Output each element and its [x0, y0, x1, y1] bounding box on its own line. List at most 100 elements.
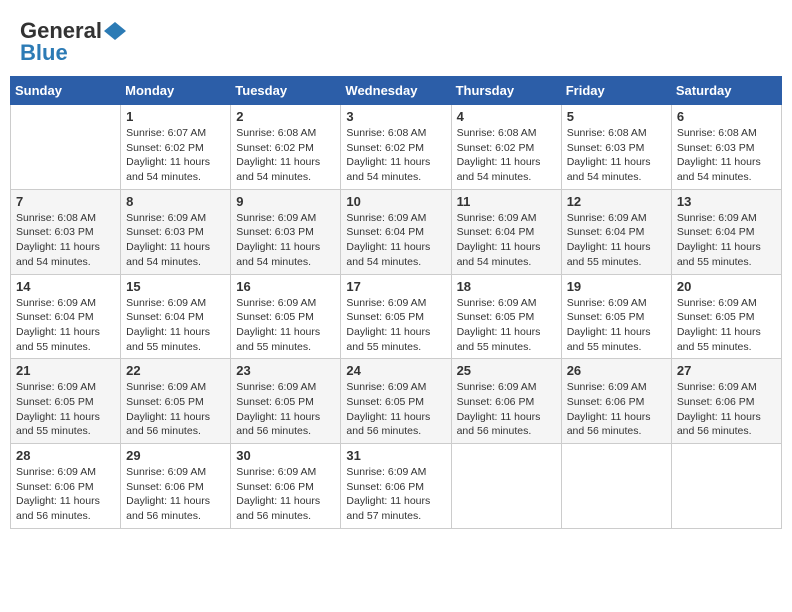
- logo-icon: [104, 22, 126, 40]
- weekday-header: Sunday: [11, 77, 121, 105]
- day-info: Sunrise: 6:09 AMSunset: 6:04 PMDaylight:…: [457, 211, 556, 270]
- day-info: Sunrise: 6:09 AMSunset: 6:06 PMDaylight:…: [236, 465, 335, 524]
- calendar-cell: 12Sunrise: 6:09 AMSunset: 6:04 PMDayligh…: [561, 189, 671, 274]
- calendar-cell: 31 Sunrise: 6:09 AMSunset: 6:06 PMDayligh…: [341, 444, 451, 529]
- calendar-cell: [451, 444, 561, 529]
- day-number: 30: [236, 448, 335, 463]
- calendar-cell: 15 Sunrise: 6:09 AMSunset: 6:04 PMDayligh…: [121, 274, 231, 359]
- calendar-cell: 1Sunrise: 6:07 AMSunset: 6:02 PMDaylight…: [121, 105, 231, 190]
- calendar-week-row: 7Sunrise: 6:08 AMSunset: 6:03 PMDaylight…: [11, 189, 782, 274]
- day-number: 1: [126, 109, 225, 124]
- page-header: General Blue: [10, 10, 782, 71]
- day-number: 9: [236, 194, 335, 209]
- logo-blue: Blue: [20, 40, 68, 66]
- day-info: Sunrise: 6:09 AMSunset: 6:05 PMDaylight:…: [126, 380, 225, 439]
- day-number: 21: [16, 363, 115, 378]
- day-number: 14: [16, 279, 115, 294]
- calendar-cell: [671, 444, 781, 529]
- day-number: 18: [457, 279, 556, 294]
- day-number: 22: [126, 363, 225, 378]
- day-info: Sunrise: 6:09 AMSunset: 6:04 PMDaylight:…: [126, 296, 225, 355]
- calendar-table: SundayMondayTuesdayWednesdayThursdayFrid…: [10, 76, 782, 529]
- day-info: Sunrise: 6:08 AMSunset: 6:02 PMDaylight:…: [346, 126, 445, 185]
- calendar-cell: 30 Sunrise: 6:09 AMSunset: 6:06 PMDayligh…: [231, 444, 341, 529]
- calendar-week-row: 28 Sunrise: 6:09 AMSunset: 6:06 PMDayligh…: [11, 444, 782, 529]
- day-number: 11: [457, 194, 556, 209]
- calendar-cell: 16Sunrise: 6:09 AMSunset: 6:05 PMDayligh…: [231, 274, 341, 359]
- day-number: 25: [457, 363, 556, 378]
- calendar-cell: 10Sunrise: 6:09 AMSunset: 6:04 PMDayligh…: [341, 189, 451, 274]
- day-number: 8: [126, 194, 225, 209]
- day-number: 23: [236, 363, 335, 378]
- calendar-cell: [561, 444, 671, 529]
- calendar-cell: 13Sunrise: 6:09 AMSunset: 6:04 PMDayligh…: [671, 189, 781, 274]
- day-info: Sunrise: 6:09 AMSunset: 6:06 PMDaylight:…: [567, 380, 666, 439]
- day-number: 29: [126, 448, 225, 463]
- weekday-header: Monday: [121, 77, 231, 105]
- calendar-cell: 21 Sunrise: 6:09 AMSunset: 6:05 PMDayligh…: [11, 359, 121, 444]
- day-number: 17: [346, 279, 445, 294]
- day-number: 7: [16, 194, 115, 209]
- day-info: Sunrise: 6:09 AMSunset: 6:04 PMDaylight:…: [567, 211, 666, 270]
- calendar-cell: 18 Sunrise: 6:09 AMSunset: 6:05 PMDayligh…: [451, 274, 561, 359]
- calendar-cell: 4 Sunrise: 6:08 AMSunset: 6:02 PMDaylight…: [451, 105, 561, 190]
- day-number: 4: [457, 109, 556, 124]
- day-info: Sunrise: 6:09 AMSunset: 6:05 PMDaylight:…: [346, 380, 445, 439]
- calendar-week-row: 1Sunrise: 6:07 AMSunset: 6:02 PMDaylight…: [11, 105, 782, 190]
- calendar-week-row: 14 Sunrise: 6:09 AMSunset: 6:04 PMDayligh…: [11, 274, 782, 359]
- day-info: Sunrise: 6:09 AMSunset: 6:06 PMDaylight:…: [457, 380, 556, 439]
- day-info: Sunrise: 6:09 AMSunset: 6:06 PMDaylight:…: [677, 380, 776, 439]
- day-info: Sunrise: 6:09 AMSunset: 6:05 PMDaylight:…: [567, 296, 666, 355]
- day-info: Sunrise: 6:09 AMSunset: 6:06 PMDaylight:…: [346, 465, 445, 524]
- day-info: Sunrise: 6:09 AMSunset: 6:03 PMDaylight:…: [236, 211, 335, 270]
- day-info: Sunrise: 6:09 AMSunset: 6:05 PMDaylight:…: [16, 380, 115, 439]
- calendar-cell: 22 Sunrise: 6:09 AMSunset: 6:05 PMDayligh…: [121, 359, 231, 444]
- day-info: Sunrise: 6:09 AMSunset: 6:03 PMDaylight:…: [126, 211, 225, 270]
- day-number: 15: [126, 279, 225, 294]
- calendar-cell: 17Sunrise: 6:09 AMSunset: 6:05 PMDayligh…: [341, 274, 451, 359]
- day-number: 3: [346, 109, 445, 124]
- calendar-cell: 19 Sunrise: 6:09 AMSunset: 6:05 PMDayligh…: [561, 274, 671, 359]
- calendar-cell: 20 Sunrise: 6:09 AMSunset: 6:05 PMDayligh…: [671, 274, 781, 359]
- day-number: 20: [677, 279, 776, 294]
- calendar-cell: 7Sunrise: 6:08 AMSunset: 6:03 PMDaylight…: [11, 189, 121, 274]
- day-number: 2: [236, 109, 335, 124]
- day-number: 28: [16, 448, 115, 463]
- day-info: Sunrise: 6:08 AMSunset: 6:02 PMDaylight:…: [236, 126, 335, 185]
- calendar-cell: 27 Sunrise: 6:09 AMSunset: 6:06 PMDayligh…: [671, 359, 781, 444]
- weekday-header: Saturday: [671, 77, 781, 105]
- day-number: 19: [567, 279, 666, 294]
- calendar-cell: [11, 105, 121, 190]
- calendar-cell: 29 Sunrise: 6:09 AMSunset: 6:06 PMDayligh…: [121, 444, 231, 529]
- day-number: 26: [567, 363, 666, 378]
- day-number: 16: [236, 279, 335, 294]
- calendar-cell: 6 Sunrise: 6:08 AMSunset: 6:03 PMDaylight…: [671, 105, 781, 190]
- calendar-cell: 28 Sunrise: 6:09 AMSunset: 6:06 PMDayligh…: [11, 444, 121, 529]
- day-number: 27: [677, 363, 776, 378]
- day-info: Sunrise: 6:08 AMSunset: 6:02 PMDaylight:…: [457, 126, 556, 185]
- day-info: Sunrise: 6:08 AMSunset: 6:03 PMDaylight:…: [567, 126, 666, 185]
- calendar-cell: 23 Sunrise: 6:09 AMSunset: 6:05 PMDayligh…: [231, 359, 341, 444]
- day-number: 5: [567, 109, 666, 124]
- weekday-header: Thursday: [451, 77, 561, 105]
- calendar-cell: 9 Sunrise: 6:09 AMSunset: 6:03 PMDaylight…: [231, 189, 341, 274]
- day-number: 31: [346, 448, 445, 463]
- day-info: Sunrise: 6:09 AMSunset: 6:05 PMDaylight:…: [236, 380, 335, 439]
- day-number: 24: [346, 363, 445, 378]
- calendar-cell: 8 Sunrise: 6:09 AMSunset: 6:03 PMDaylight…: [121, 189, 231, 274]
- calendar-cell: 25 Sunrise: 6:09 AMSunset: 6:06 PMDayligh…: [451, 359, 561, 444]
- calendar-cell: 5 Sunrise: 6:08 AMSunset: 6:03 PMDaylight…: [561, 105, 671, 190]
- day-info: Sunrise: 6:09 AMSunset: 6:06 PMDaylight:…: [16, 465, 115, 524]
- day-info: Sunrise: 6:09 AMSunset: 6:05 PMDaylight:…: [457, 296, 556, 355]
- day-number: 6: [677, 109, 776, 124]
- calendar-header-row: SundayMondayTuesdayWednesdayThursdayFrid…: [11, 77, 782, 105]
- calendar-week-row: 21 Sunrise: 6:09 AMSunset: 6:05 PMDayligh…: [11, 359, 782, 444]
- day-info: Sunrise: 6:09 AMSunset: 6:06 PMDaylight:…: [126, 465, 225, 524]
- day-info: Sunrise: 6:09 AMSunset: 6:04 PMDaylight:…: [346, 211, 445, 270]
- weekday-header: Wednesday: [341, 77, 451, 105]
- weekday-header: Friday: [561, 77, 671, 105]
- calendar-cell: 3 Sunrise: 6:08 AMSunset: 6:02 PMDaylight…: [341, 105, 451, 190]
- day-info: Sunrise: 6:09 AMSunset: 6:04 PMDaylight:…: [677, 211, 776, 270]
- day-info: Sunrise: 6:08 AMSunset: 6:03 PMDaylight:…: [677, 126, 776, 185]
- day-info: Sunrise: 6:09 AMSunset: 6:05 PMDaylight:…: [677, 296, 776, 355]
